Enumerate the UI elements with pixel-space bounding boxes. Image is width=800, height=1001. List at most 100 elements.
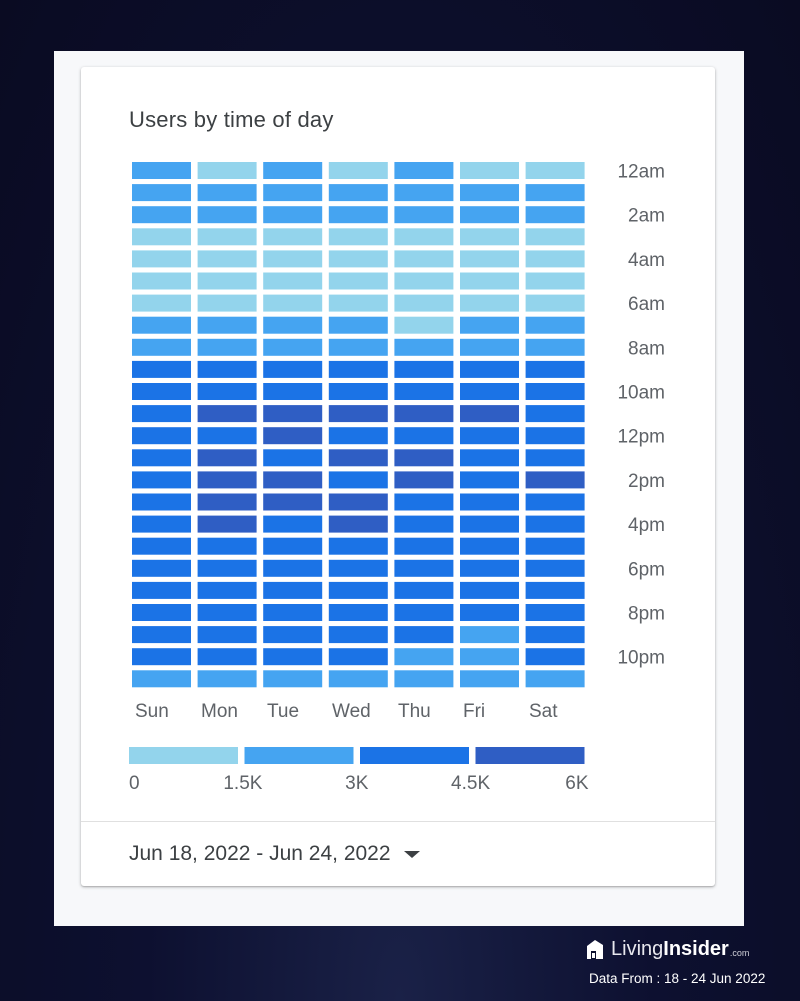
heatmap-cell[interactable]: [263, 449, 323, 467]
heatmap-cell[interactable]: [197, 449, 257, 467]
heatmap-cell[interactable]: [460, 537, 519, 555]
heatmap-cell[interactable]: [460, 294, 519, 312]
heatmap-cell[interactable]: [263, 405, 323, 423]
heatmap-cell[interactable]: [525, 405, 585, 423]
heatmap-cell[interactable]: [328, 338, 388, 356]
heatmap-cell[interactable]: [132, 604, 191, 621]
heatmap-cell[interactable]: [328, 228, 388, 246]
heatmap-cell[interactable]: [132, 493, 191, 511]
heatmap-cell[interactable]: [328, 493, 388, 511]
heatmap-cell[interactable]: [328, 559, 388, 577]
heatmap-cell[interactable]: [460, 383, 519, 400]
heatmap-cell[interactable]: [525, 537, 585, 555]
heatmap-cell[interactable]: [460, 427, 519, 445]
heatmap-cell[interactable]: [328, 471, 388, 489]
heatmap-cell[interactable]: [525, 581, 585, 599]
heatmap-cell[interactable]: [460, 206, 519, 224]
heatmap-cell[interactable]: [460, 228, 519, 246]
heatmap-cell[interactable]: [132, 648, 191, 666]
heatmap-cell[interactable]: [132, 206, 191, 224]
heatmap-cell[interactable]: [197, 604, 257, 621]
heatmap-cell[interactable]: [328, 670, 388, 688]
heatmap-cell[interactable]: [394, 559, 454, 577]
heatmap-cell[interactable]: [460, 471, 519, 489]
heatmap-cell[interactable]: [197, 471, 257, 489]
heatmap-cell[interactable]: [460, 250, 519, 268]
heatmap-cell[interactable]: [525, 316, 585, 334]
heatmap-cell[interactable]: [394, 449, 454, 467]
heatmap-cell[interactable]: [460, 626, 519, 644]
heatmap-cell[interactable]: [394, 427, 454, 445]
heatmap-cell[interactable]: [263, 604, 323, 621]
heatmap-cell[interactable]: [132, 162, 191, 179]
heatmap-cell[interactable]: [197, 316, 257, 334]
heatmap-cell[interactable]: [197, 581, 257, 599]
heatmap-cell[interactable]: [328, 360, 388, 378]
heatmap-cell[interactable]: [263, 360, 323, 378]
heatmap-cell[interactable]: [132, 515, 191, 533]
heatmap-cell[interactable]: [328, 184, 388, 202]
heatmap-cell[interactable]: [394, 360, 454, 378]
heatmap-cell[interactable]: [328, 206, 388, 224]
heatmap-cell[interactable]: [460, 670, 519, 688]
heatmap-cell[interactable]: [394, 294, 454, 312]
heatmap-cell[interactable]: [394, 581, 454, 599]
heatmap-cell[interactable]: [460, 272, 519, 290]
heatmap-cell[interactable]: [197, 515, 257, 533]
heatmap-cell[interactable]: [394, 383, 454, 400]
heatmap-cell[interactable]: [460, 493, 519, 511]
heatmap-cell[interactable]: [132, 581, 191, 599]
heatmap-cell[interactable]: [197, 162, 257, 179]
heatmap-cell[interactable]: [525, 493, 585, 511]
heatmap-cell[interactable]: [394, 272, 454, 290]
heatmap-cell[interactable]: [197, 405, 257, 423]
heatmap-cell[interactable]: [394, 515, 454, 533]
heatmap-cell[interactable]: [394, 228, 454, 246]
heatmap-cell[interactable]: [263, 559, 323, 577]
heatmap-cell[interactable]: [394, 206, 454, 224]
heatmap-cell[interactable]: [328, 604, 388, 621]
heatmap-cell[interactable]: [525, 626, 585, 644]
heatmap-cell[interactable]: [328, 294, 388, 312]
heatmap-cell[interactable]: [394, 338, 454, 356]
heatmap-cell[interactable]: [197, 294, 257, 312]
heatmap-cell[interactable]: [394, 184, 454, 202]
heatmap-cell[interactable]: [460, 338, 519, 356]
heatmap-cell[interactable]: [328, 272, 388, 290]
heatmap-cell[interactable]: [132, 427, 191, 445]
heatmap-cell[interactable]: [328, 162, 388, 179]
heatmap-cell[interactable]: [263, 493, 323, 511]
heatmap-cell[interactable]: [197, 427, 257, 445]
heatmap-cell[interactable]: [197, 338, 257, 356]
heatmap-cell[interactable]: [132, 559, 191, 577]
heatmap-cell[interactable]: [263, 338, 323, 356]
heatmap-cell[interactable]: [328, 515, 388, 533]
heatmap-cell[interactable]: [263, 316, 323, 334]
heatmap-cell[interactable]: [263, 648, 323, 666]
heatmap-cell[interactable]: [394, 162, 454, 179]
heatmap-cell[interactable]: [328, 581, 388, 599]
heatmap-cell[interactable]: [525, 604, 585, 621]
heatmap-cell[interactable]: [460, 648, 519, 666]
heatmap-cell[interactable]: [263, 626, 323, 644]
heatmap-cell[interactable]: [197, 559, 257, 577]
heatmap-cell[interactable]: [525, 515, 585, 533]
heatmap-cell[interactable]: [197, 250, 257, 268]
heatmap-cell[interactable]: [263, 184, 323, 202]
heatmap-cell[interactable]: [197, 360, 257, 378]
heatmap-cell[interactable]: [132, 360, 191, 378]
heatmap-cell[interactable]: [197, 272, 257, 290]
heatmap-cell[interactable]: [197, 626, 257, 644]
heatmap-cell[interactable]: [525, 206, 585, 224]
heatmap-cell[interactable]: [525, 383, 585, 400]
heatmap-cell[interactable]: [197, 206, 257, 224]
heatmap-cell[interactable]: [197, 670, 257, 688]
heatmap-cell[interactable]: [525, 559, 585, 577]
heatmap-cell[interactable]: [394, 604, 454, 621]
heatmap-cell[interactable]: [263, 294, 323, 312]
heatmap-cell[interactable]: [132, 272, 191, 290]
date-range-selector[interactable]: Jun 18, 2022 - Jun 24, 2022: [129, 842, 420, 866]
heatmap-cell[interactable]: [460, 581, 519, 599]
heatmap-cell[interactable]: [197, 648, 257, 666]
heatmap-cell[interactable]: [460, 449, 519, 467]
